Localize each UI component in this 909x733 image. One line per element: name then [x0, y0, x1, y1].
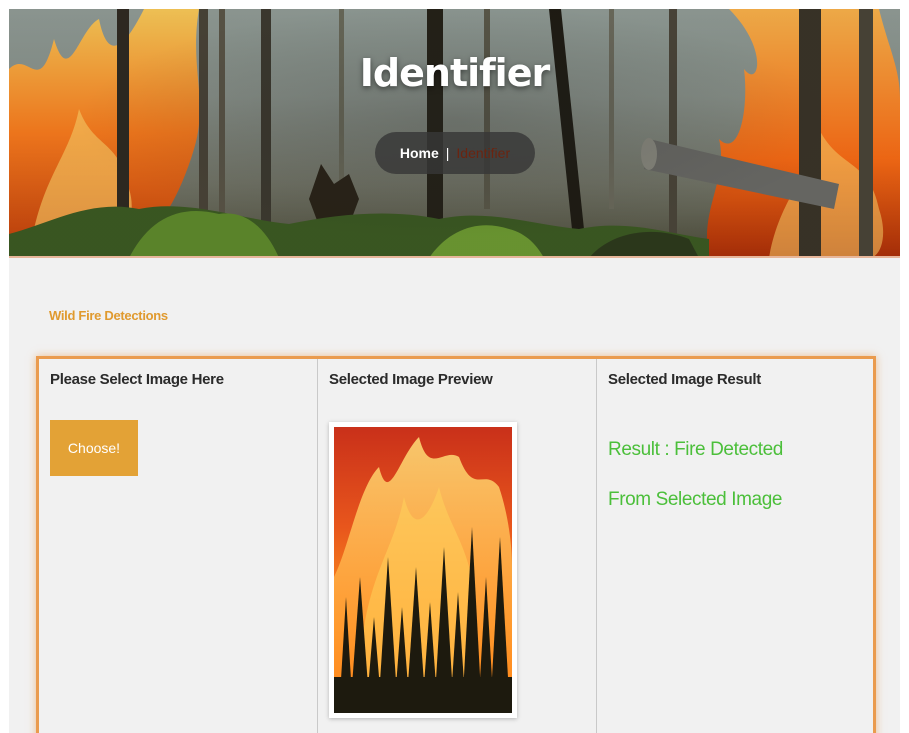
breadcrumb-separator: | — [445, 145, 450, 161]
image-preview — [329, 422, 517, 718]
result-column: Selected Image Result Result : Fire Dete… — [597, 359, 873, 733]
section-title: Wild Fire Detections — [49, 308, 168, 323]
preview-column: Selected Image Preview — [318, 359, 597, 733]
choose-image-button[interactable]: Choose! — [50, 420, 138, 476]
preview-fire-image — [334, 427, 512, 713]
hero-banner: Identifier Home | Identifier — [9, 9, 900, 258]
breadcrumb-home-link[interactable]: Home — [400, 145, 439, 161]
preview-heading: Selected Image Preview — [329, 371, 493, 388]
select-image-heading: Please Select Image Here — [50, 371, 224, 388]
breadcrumb-current: Identifier — [456, 145, 511, 161]
detection-result-text: Result : Fire Detected From Selected Ima… — [608, 439, 783, 510]
page-title: Identifier — [359, 51, 550, 95]
breadcrumb: Home | Identifier — [375, 132, 535, 174]
hero-divider — [9, 256, 900, 258]
detection-panel: Please Select Image Here Choose! Selecte… — [36, 356, 876, 733]
result-heading: Selected Image Result — [608, 371, 761, 388]
select-image-column: Please Select Image Here Choose! — [39, 359, 318, 733]
page-frame: Identifier Home | Identifier Wild Fire D… — [9, 9, 900, 733]
